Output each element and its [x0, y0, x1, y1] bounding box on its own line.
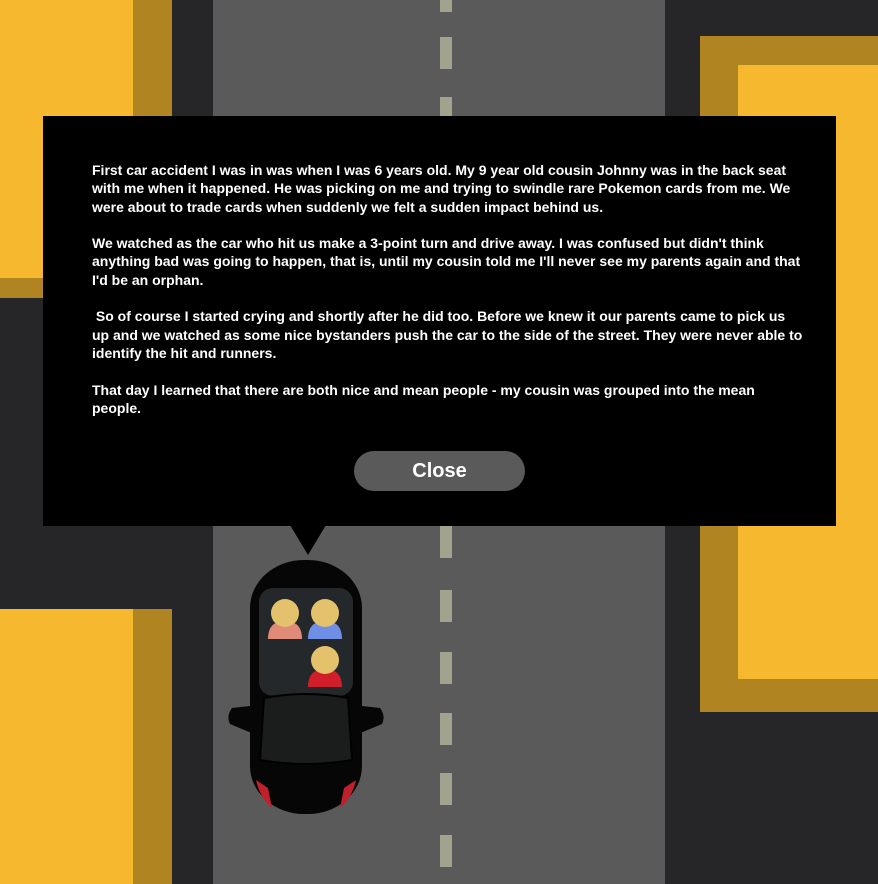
lane-marking — [440, 0, 452, 12]
lane-marking — [440, 526, 452, 558]
lane-marking — [440, 590, 452, 622]
close-button[interactable]: Close — [354, 451, 525, 491]
story-text: First car accident I was in was when I w… — [92, 161, 804, 435]
lane-marking — [440, 773, 452, 805]
story-paragraph: First car accident I was in was when I w… — [92, 162, 795, 215]
car-icon — [228, 560, 384, 814]
dialog-pointer — [290, 525, 326, 555]
lane-marking — [440, 713, 452, 745]
lane-marking — [440, 835, 452, 867]
lane-marking — [440, 97, 452, 117]
lane-marking — [440, 652, 452, 684]
lane-marking — [440, 37, 452, 69]
building — [0, 609, 133, 884]
story-paragraph: We watched as the car who hit us make a … — [92, 235, 804, 288]
story-paragraph: That day I learned that there are both n… — [92, 381, 759, 416]
story-paragraph: So of course I started crying and shortl… — [92, 308, 803, 361]
